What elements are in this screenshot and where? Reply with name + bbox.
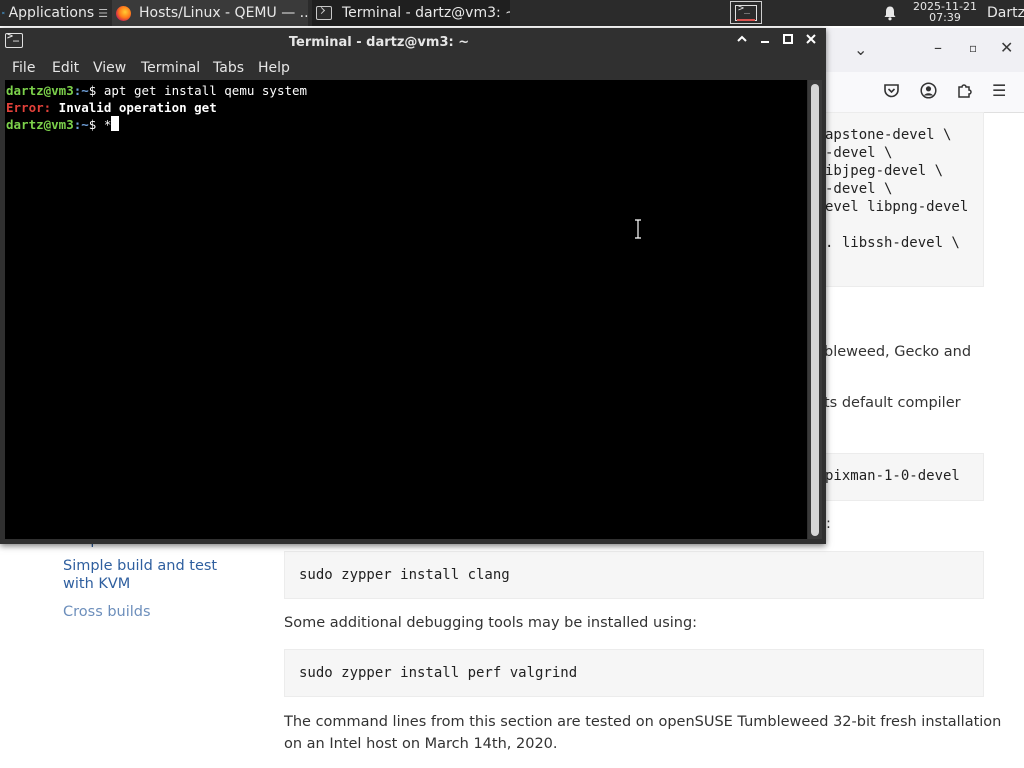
clock[interactable]: 2025-11-21 07:39 xyxy=(905,1,985,25)
top-panel: Applications ☰ Hosts/Linux - QEMU — ... … xyxy=(0,0,1024,26)
code-line: ibjpeg-devel \ xyxy=(825,163,944,179)
error-label: Error: xyxy=(6,100,52,115)
menu-terminal[interactable]: Terminal xyxy=(141,60,200,76)
terminal-menubar: File Edit View Terminal Tabs Help xyxy=(0,56,826,80)
code-block-clang: sudo zypper install clang xyxy=(284,551,984,599)
sidebar-link-simple-build-kvm[interactable]: Simple build and test xyxy=(63,558,217,574)
terminal-window: Terminal - dartz@vm3: ~ File Edit View T… xyxy=(0,28,826,544)
prompt-symbol: $ xyxy=(88,117,104,132)
taskbar-item-label: Terminal - dartz@vm3: ~ xyxy=(342,5,510,21)
active-indicator xyxy=(737,19,755,21)
sidebar-link-simple-build-kvm-line2[interactable]: with KVM xyxy=(63,576,130,592)
minimize-icon[interactable]: – xyxy=(934,40,942,56)
account-icon[interactable] xyxy=(920,82,937,99)
minimize-button[interactable] xyxy=(756,32,774,50)
terminal-line: Error: Invalid operation get xyxy=(6,99,217,116)
roll-up-button[interactable] xyxy=(733,32,751,50)
terminal-titlebar[interactable]: Terminal - dartz@vm3: ~ xyxy=(0,28,826,56)
code-block-pixman: pixman-1-0-devel xyxy=(810,453,984,501)
code-line: pixman-1-0-devel xyxy=(825,468,960,484)
prompt-user: dartz@vm3 xyxy=(6,83,74,98)
code-line: -devel \ xyxy=(825,145,893,161)
extensions-icon[interactable] xyxy=(956,82,973,99)
code-line: . libssh-devel \ xyxy=(825,235,960,251)
paragraph-fragment: : xyxy=(826,516,831,532)
paragraph-tested-line-2: on an Intel host on March 14th, 2020. xyxy=(284,736,558,752)
menu-tabs[interactable]: Tabs xyxy=(213,60,244,76)
code-block-dependencies: apstone-devel \ -devel \ ibjpeg-devel \ … xyxy=(810,112,984,287)
close-icon xyxy=(806,34,816,44)
hamburger-menu-icon[interactable]: ☰ xyxy=(992,83,1006,99)
paragraph-fragment: bleweed, Gecko and xyxy=(824,344,972,360)
text-cursor xyxy=(111,116,120,131)
browser-tab-bar: ⌄ – ▫ ✕ xyxy=(826,28,1024,72)
code-line: sudo zypper install clang xyxy=(299,567,510,583)
paragraph-fragment: ts default compiler xyxy=(824,395,961,411)
terminal-line: dartz@vm3:~$ apt get install qemu system xyxy=(6,82,307,99)
maximize-icon xyxy=(783,34,793,44)
browser-toolbar: ☰ xyxy=(826,72,1024,113)
window-title: Terminal - dartz@vm3: ~ xyxy=(288,35,470,50)
applications-separator-icon: ☰ xyxy=(98,6,108,20)
user-menu[interactable]: Dartz xyxy=(987,0,1024,26)
applications-menu[interactable]: Applications ☰ xyxy=(2,0,108,26)
command-text: * xyxy=(103,117,112,132)
pocket-icon[interactable] xyxy=(883,83,900,99)
menu-view[interactable]: View xyxy=(93,60,126,76)
paragraph-tested-line-1: The command lines from this section are … xyxy=(284,714,1002,730)
chevron-down-icon[interactable]: ⌄ xyxy=(854,42,867,58)
prompt-path: :~ xyxy=(73,117,89,132)
firefox-icon xyxy=(116,5,131,21)
prompt-user: dartz@vm3 xyxy=(6,117,74,132)
menu-edit[interactable]: Edit xyxy=(52,60,79,76)
terminal-icon xyxy=(316,6,332,20)
close-icon[interactable]: ✕ xyxy=(1000,40,1013,56)
prompt-symbol: $ xyxy=(88,83,104,98)
taskbar-item-label: Hosts/Linux - QEMU — ... xyxy=(139,5,308,21)
code-line: apstone-devel \ xyxy=(825,127,952,143)
menu-help[interactable]: Help xyxy=(258,60,290,76)
close-button[interactable] xyxy=(802,32,820,50)
chevron-up-icon xyxy=(737,35,747,42)
ibeam-cursor-icon xyxy=(635,219,641,239)
taskbar-item-terminal[interactable]: Terminal - dartz@vm3: ~ xyxy=(312,0,510,26)
code-line: evel libpng-devel xyxy=(825,199,969,215)
tray-terminal-launcher[interactable] xyxy=(730,1,762,24)
minimize-icon xyxy=(761,41,769,43)
code-line: sudo zypper install perf valgrind xyxy=(299,665,578,681)
taskbar-item-firefox[interactable]: Hosts/Linux - QEMU — ... xyxy=(112,0,308,26)
maximize-icon[interactable]: ▫ xyxy=(969,40,977,56)
notification-bell-icon[interactable] xyxy=(882,5,898,21)
xfce-logo-icon xyxy=(2,11,5,15)
maximize-button[interactable] xyxy=(779,32,797,50)
code-block-perf: sudo zypper install perf valgrind xyxy=(284,649,984,697)
terminal-line: dartz@vm3:~$ * xyxy=(6,116,120,133)
menu-file[interactable]: File xyxy=(12,60,35,76)
sidebar-link-cross-builds[interactable]: Cross builds xyxy=(63,604,151,620)
applications-label: Applications xyxy=(8,5,95,21)
prompt-path: :~ xyxy=(73,83,89,98)
error-message: Invalid operation get xyxy=(51,100,217,115)
command-text: apt get install qemu system xyxy=(103,83,308,98)
clock-time: 07:39 xyxy=(929,11,961,24)
paragraph-debug-tools: Some additional debugging tools may be i… xyxy=(284,615,698,631)
terminal-screen[interactable]: dartz@vm3:~$ apt get install qemu system… xyxy=(5,80,807,539)
code-line: -devel \ xyxy=(825,181,893,197)
scrollbar-thumb[interactable] xyxy=(811,84,819,536)
